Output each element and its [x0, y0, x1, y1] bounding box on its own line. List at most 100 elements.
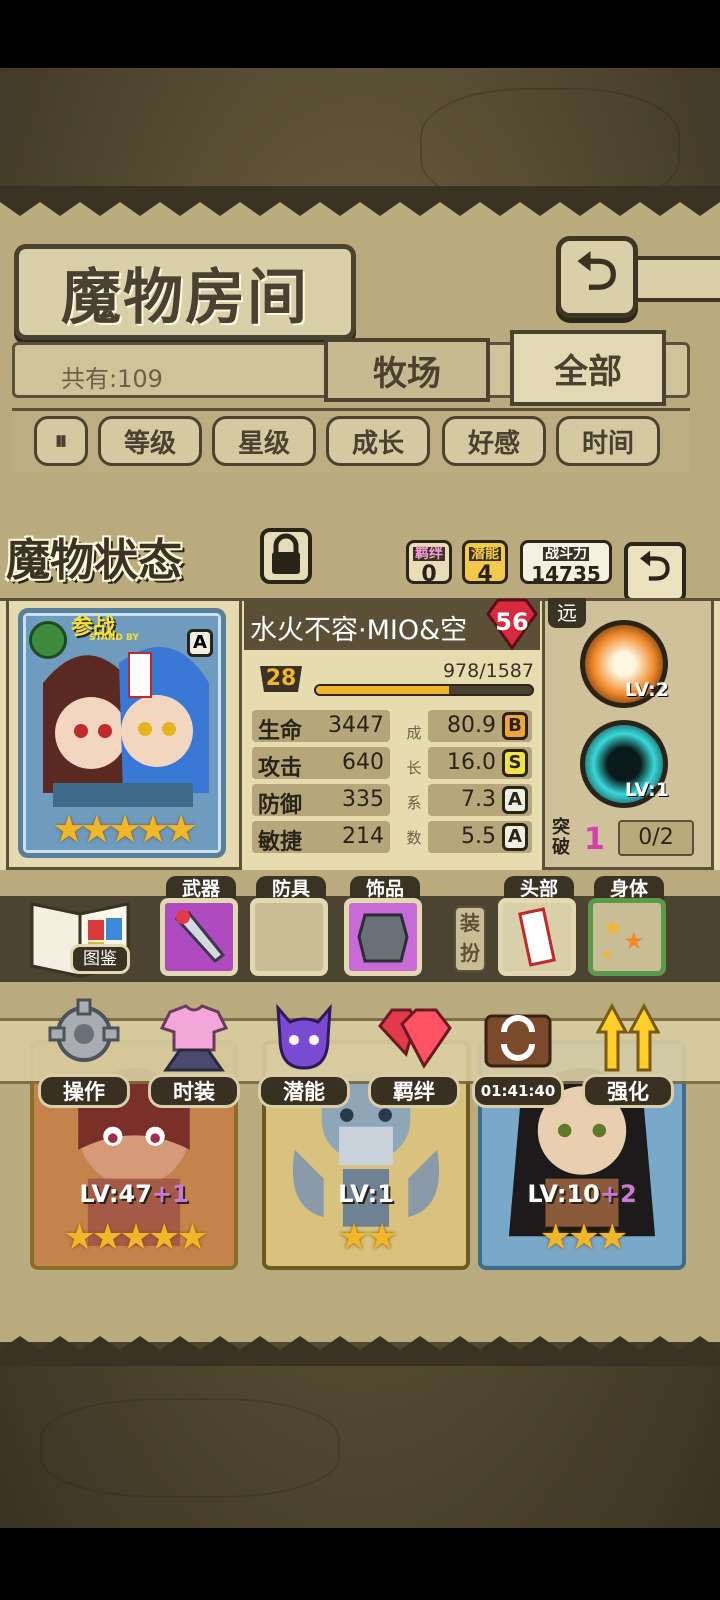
page-title-text: 魔物房间 [61, 262, 309, 333]
monster-stars: ★★ [337, 1217, 399, 1258]
stars-icon: ★ ★ ★ [601, 916, 645, 963]
card-grade-badge: A [187, 629, 213, 657]
monster-level: LV:10+2 [527, 1180, 637, 1208]
stand-by-sub: STAND BY [89, 633, 139, 643]
status-back-button[interactable]: ⮌ [624, 542, 686, 602]
stat-row-hp: 生命 3447 80.9 B [252, 710, 534, 744]
exchange-timer: 01:41:40 [472, 1074, 564, 1108]
tab-ranch[interactable]: 牧场 [324, 338, 490, 402]
growth-coefficient-label: 成 长 系 数 [406, 724, 422, 847]
sort-star-button[interactable]: 星级 [212, 416, 316, 466]
status-title: 魔物状态 [6, 528, 242, 586]
bond-button[interactable]: 羁绊 [366, 998, 462, 1108]
monster-count: 共有:109 [61, 365, 163, 393]
accessory-slot[interactable] [344, 898, 422, 976]
armor-slot[interactable] [250, 898, 328, 976]
break-progress[interactable]: 0/2 [618, 820, 694, 856]
sort-level-button[interactable]: 等级 [98, 416, 202, 466]
skill-level: LV:1 [624, 779, 669, 801]
potential-label: 潜能 [258, 1074, 350, 1108]
status-title-text: 魔物状态 [6, 535, 182, 586]
break-row: 突破 1 0/2 [548, 818, 696, 860]
sort-time-button[interactable]: 时间 [556, 416, 660, 466]
stat-row-agility: 敏捷 214 5.5 A [252, 821, 534, 855]
break-label: 突破 [552, 817, 570, 858]
sort-order-icon: ⏸ [54, 425, 68, 456]
double-arrow-up-icon [595, 1002, 661, 1072]
level-gem: 56 [484, 596, 540, 651]
monster-name: 水火不容·MIO&空 [250, 615, 468, 646]
stat-grade: S [502, 749, 528, 777]
stat-name: 生命 [258, 719, 303, 744]
costume-icon [159, 1004, 229, 1072]
stat-value: 640 [342, 750, 384, 775]
exp-bar [314, 684, 534, 696]
sort-affection-label: 好感 [467, 428, 520, 459]
exp-level-value: 28 [265, 666, 297, 691]
costume-button[interactable]: 时装 [146, 998, 242, 1108]
wrench-icon [174, 910, 226, 964]
sort-growth-button[interactable]: 成长 [326, 416, 430, 466]
enhance-button[interactable]: 强化 [580, 998, 676, 1108]
stat-name: 敏捷 [258, 830, 303, 855]
tab-ranch-label: 牧场 [373, 353, 441, 394]
svg-text:★: ★ [623, 927, 645, 955]
skill-level: LV:2 [624, 679, 669, 701]
stat-value: 335 [342, 787, 384, 812]
range-tag: 远 [548, 598, 586, 628]
power-stat-label: 战斗力 [543, 546, 589, 562]
undo-arrow-icon: ⮌ [576, 241, 618, 302]
bond-stat-label: 羁绊 [413, 546, 445, 562]
monster-stars: ★★★ [539, 1217, 629, 1258]
body-slot[interactable]: ★ ★ ★ [588, 898, 666, 976]
svg-text:★: ★ [603, 916, 623, 941]
lock-icon[interactable] [258, 526, 314, 586]
tablet-icon [357, 913, 409, 963]
stat-grade: A [502, 823, 528, 851]
stat-grade: B [502, 712, 528, 740]
operate-label: 操作 [38, 1074, 130, 1108]
stat-growth: 5.5 [461, 824, 496, 849]
zigzag-border-top [0, 186, 720, 216]
sort-time-label: 时间 [581, 428, 634, 459]
exchange-button[interactable]: 01:41:40 [470, 998, 566, 1108]
stat-value: 3447 [328, 713, 384, 738]
back-rail [636, 256, 720, 302]
potential-icon [276, 1003, 332, 1070]
operate-button[interactable]: 操作 [36, 998, 132, 1108]
exp-text: 978/1587 [442, 660, 534, 682]
portrait-stars: ★★★★★ [51, 807, 198, 851]
monster-portrait-card[interactable]: 参战 STAND BY A ★★★★★ [18, 608, 226, 858]
svg-text:★: ★ [601, 947, 614, 963]
head-slot[interactable] [498, 898, 576, 976]
skill-slot-1[interactable]: LV:2 [580, 620, 669, 708]
map-decoration [40, 1398, 340, 1498]
exp-bar-fill [316, 686, 450, 694]
weapon-slot[interactable] [160, 898, 238, 976]
stat-growth: 16.0 [447, 750, 496, 775]
power-stat: 战斗力 14735 [520, 540, 612, 586]
tab-all[interactable]: 全部 [510, 330, 666, 406]
back-button[interactable]: ⮌ [556, 236, 638, 318]
stat-grade: A [502, 786, 528, 814]
stat-growth: 7.3 [461, 787, 496, 812]
stat-growth: 80.9 [447, 713, 496, 738]
stat-name: 攻击 [258, 756, 303, 781]
enhance-label: 强化 [582, 1074, 674, 1108]
heart-gem-icon [378, 1008, 452, 1069]
potential-stat-label: 潜能 [469, 546, 501, 562]
potential-button[interactable]: 潜能 [256, 998, 352, 1108]
sort-order-button[interactable]: ⏸ [34, 416, 88, 466]
monster-level-value: 56 [495, 608, 529, 636]
monster-stars: ★★★★★ [63, 1217, 208, 1258]
stat-row-attack: 攻击 640 16.0 S [252, 747, 534, 781]
stat-value: 214 [342, 824, 384, 849]
dress-up-label: 装扮 [454, 906, 486, 972]
exp-row: 28 978/1587 [252, 660, 542, 700]
leaf-element-icon [29, 621, 67, 659]
skill-slot-2[interactable]: LV:1 [580, 720, 669, 808]
sort-affection-button[interactable]: 好感 [442, 416, 546, 466]
monster-level: LV:1 [338, 1180, 394, 1208]
costume-label: 时装 [148, 1074, 240, 1108]
tab-all-label: 全部 [554, 351, 622, 392]
